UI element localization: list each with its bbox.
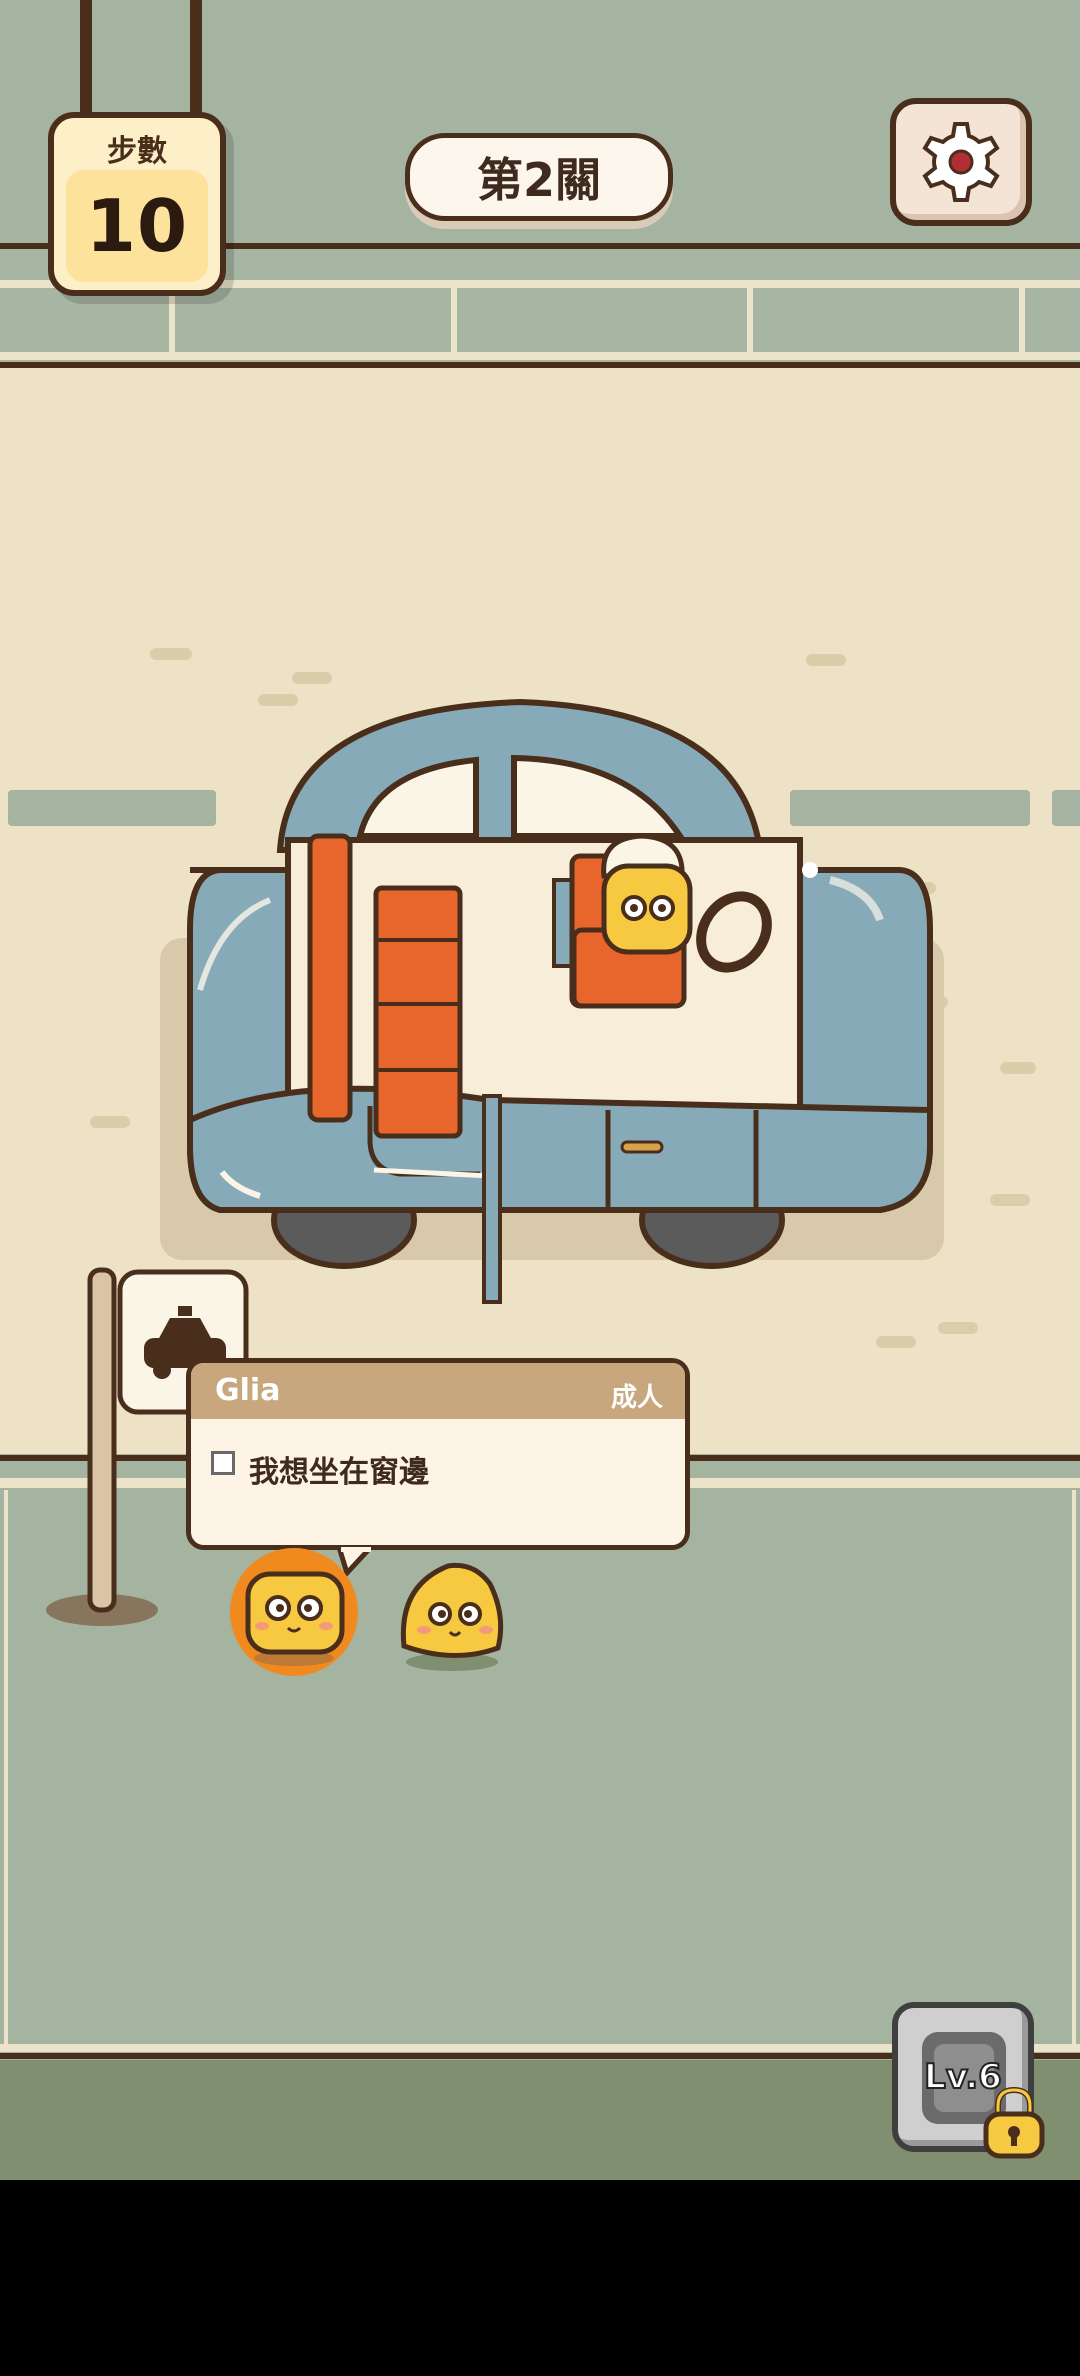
steps-label: 步數 xyxy=(107,134,167,169)
passenger-waiting[interactable] xyxy=(394,1556,514,1672)
steps-value: 10 xyxy=(66,170,208,282)
level-requirement: Lv.6 xyxy=(923,2056,1003,2098)
passenger-name: Glia xyxy=(215,1373,281,1408)
gear-icon xyxy=(922,122,1000,202)
game-scene: Glia 成人 我想坐在窗邊 步數 10 第2關 Lv.6 xyxy=(0,0,1080,2180)
passenger-wish: 我想坐在窗邊 xyxy=(249,1455,429,1490)
passenger-glia-selected[interactable] xyxy=(228,1546,366,1680)
level-title: 第2關 xyxy=(405,133,673,221)
passenger-type: 成人 xyxy=(610,1383,663,1413)
settings-button[interactable] xyxy=(890,98,1032,226)
passenger-request-card: Glia 成人 我想坐在窗邊 xyxy=(186,1358,690,1577)
car[interactable] xyxy=(160,690,950,1310)
wish-checkbox xyxy=(211,1451,235,1475)
lock-icon xyxy=(983,2086,1045,2159)
steps-counter: 步數 10 xyxy=(48,112,226,296)
